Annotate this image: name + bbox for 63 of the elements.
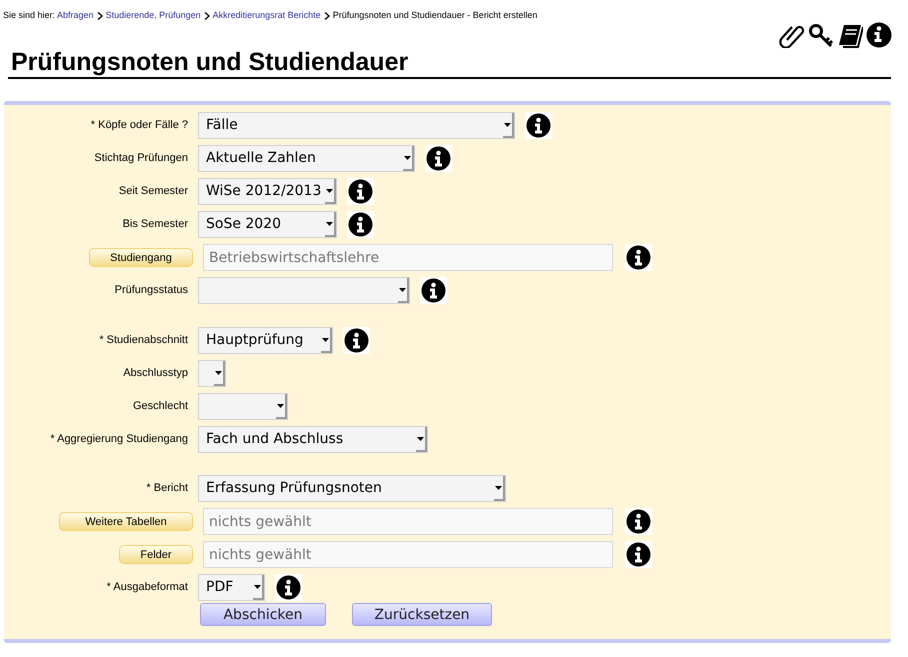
dropdown-caret-icon <box>326 188 333 192</box>
dropdown-caret-icon <box>277 404 284 408</box>
field-label: * Aggregierung Studiengang <box>50 432 188 448</box>
form-button[interactable]: Abschicken <box>200 603 326 626</box>
select-field[interactable]: Erfassung Prüfungsnoten <box>198 475 506 502</box>
dropdown-caret-icon <box>326 222 333 226</box>
field-label: * Ausgabeformat <box>106 580 188 596</box>
field-label: Stichtag Prüfungen <box>94 151 188 166</box>
breadcrumb-link[interactable]: Studierende, Prüfungen <box>106 10 201 20</box>
select-field[interactable]: SoSe 2020 <box>198 211 337 238</box>
select-field[interactable] <box>198 393 288 420</box>
info-icon[interactable] <box>866 22 892 48</box>
dropdown-caret-icon <box>254 584 261 588</box>
dropdown-caret-icon <box>404 156 411 160</box>
info-icon[interactable] <box>275 574 302 601</box>
breadcrumb-current: Prüfungsnoten und Studiendauer - Bericht erstellen <box>332 10 538 20</box>
select-field[interactable]: PDF <box>198 574 265 601</box>
info-icon[interactable] <box>347 178 374 205</box>
select-field[interactable]: Fach und Abschluss <box>198 426 428 453</box>
breadcrumb-label: Sie sind hier: <box>3 10 56 20</box>
select-field[interactable]: Hauptprüfung <box>198 327 333 354</box>
select-field[interactable] <box>198 360 226 387</box>
chevron-icon <box>324 12 330 20</box>
input-field[interactable]: nichts gewählt <box>203 508 613 535</box>
info-icon[interactable] <box>625 541 652 568</box>
select-field[interactable]: Fälle <box>198 112 515 139</box>
page-title: Prüfungsnoten und Studiendauer <box>8 48 891 79</box>
info-icon[interactable] <box>425 145 452 172</box>
lookup-button[interactable]: Studiengang <box>89 248 193 267</box>
book-icon[interactable] <box>837 22 863 48</box>
field-label: * Köpfe oder Fälle ? <box>90 118 188 134</box>
dropdown-caret-icon <box>504 122 511 126</box>
breadcrumb-link[interactable]: Akkreditierungsrat Berichte <box>212 10 321 20</box>
chevron-icon <box>96 12 103 20</box>
field-label: Abschlusstyp <box>123 366 188 382</box>
field-label: Seit Semester <box>118 184 188 200</box>
lookup-button[interactable]: Felder <box>119 545 193 564</box>
dropdown-caret-icon <box>495 486 502 490</box>
breadcrumb-link[interactable]: Abfragen <box>57 10 94 20</box>
chevron-icon <box>204 12 210 20</box>
info-icon[interactable] <box>625 244 652 271</box>
info-icon[interactable] <box>343 327 370 354</box>
dropdown-caret-icon <box>399 288 406 292</box>
field-label: Geschlecht <box>132 399 188 414</box>
info-icon[interactable] <box>347 211 374 238</box>
key-icon[interactable] <box>808 22 834 48</box>
info-icon[interactable] <box>625 508 652 535</box>
dropdown-caret-icon <box>215 370 222 374</box>
field-label: * Bericht <box>146 481 188 496</box>
dropdown-caret-icon <box>417 436 424 440</box>
field-label: Bis Semester <box>122 217 188 232</box>
input-field[interactable]: nichts gewählt <box>203 541 613 568</box>
dropdown-caret-icon <box>322 338 329 342</box>
select-field[interactable]: Aktuelle Zahlen <box>198 145 415 172</box>
field-label: Prüfungsstatus <box>114 283 188 298</box>
info-icon[interactable] <box>420 277 447 304</box>
info-icon[interactable] <box>525 112 552 139</box>
field-label: * Studienabschnitt <box>99 333 188 348</box>
select-field[interactable]: WiSe 2012/2013 <box>198 178 337 205</box>
input-field[interactable]: Betriebswirtschaftslehre <box>203 244 613 271</box>
select-field[interactable] <box>198 277 410 304</box>
form-button[interactable]: Zurücksetzen <box>352 603 492 626</box>
lookup-button[interactable]: Weitere Tabellen <box>59 512 193 531</box>
